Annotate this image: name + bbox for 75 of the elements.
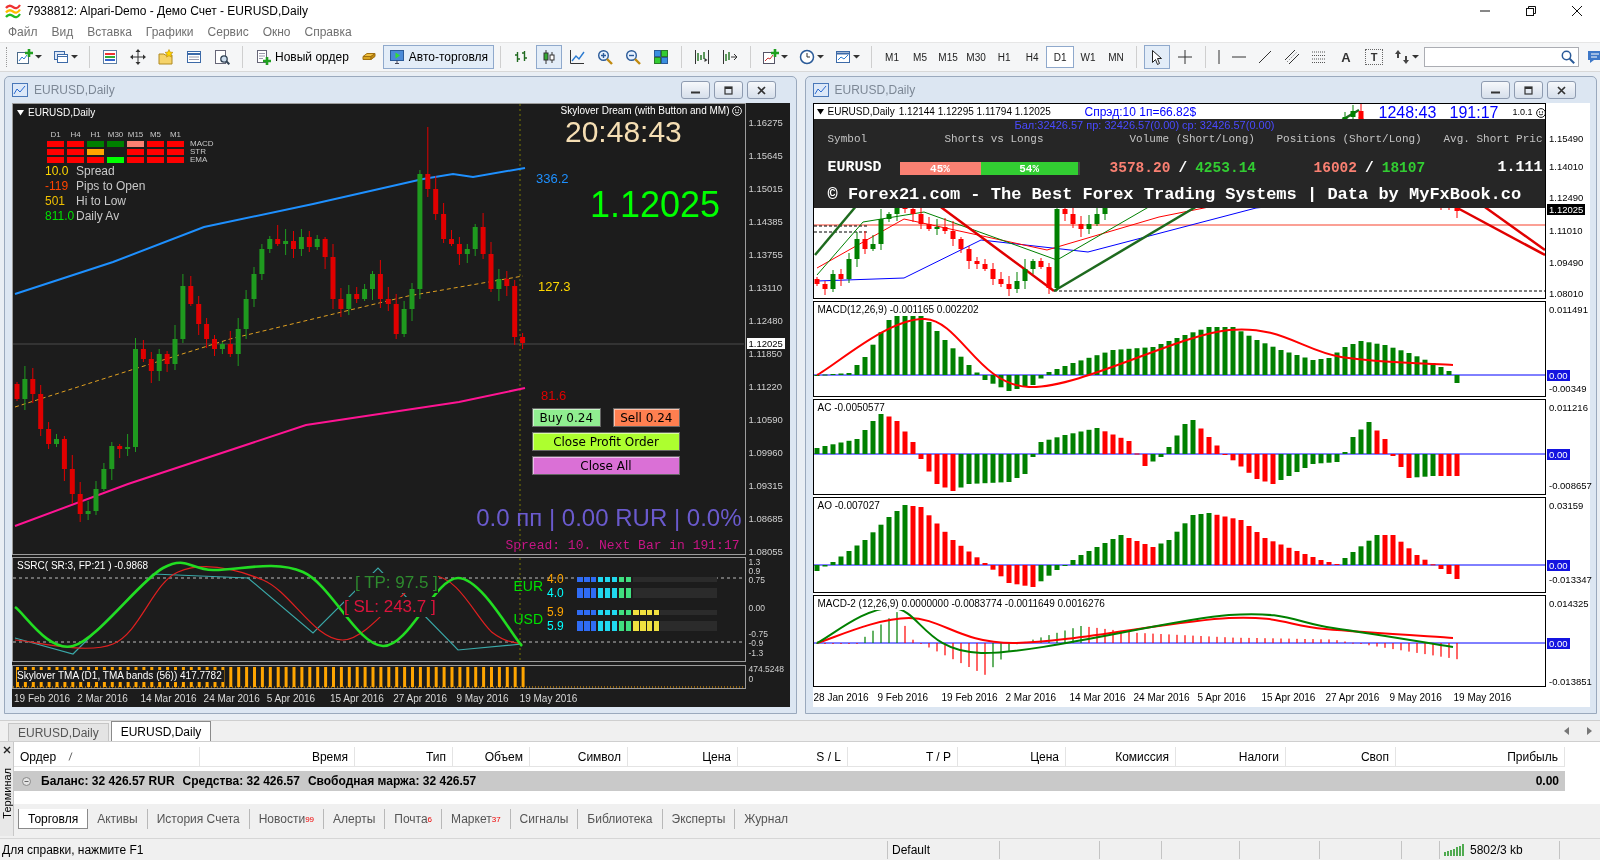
date-label: 2 Mar 2016 bbox=[77, 693, 128, 704]
axis-label: -0.013347 bbox=[1549, 573, 1592, 585]
date-label: 19 May 2016 bbox=[1453, 692, 1512, 703]
axis-label: -0.008657 bbox=[1549, 479, 1592, 491]
date-label: 24 Mar 2016 bbox=[1133, 692, 1190, 703]
date-label: 19 Feb 2016 bbox=[941, 692, 998, 703]
chart-window-title: EURUSD,Daily bbox=[834, 83, 917, 97]
profit-total: 0.00 bbox=[1535, 774, 1559, 788]
price-axis-label: 1.11850 bbox=[748, 348, 783, 359]
date-label: 5 Apr 2016 bbox=[266, 693, 316, 704]
price-axis-label: 1.08685 bbox=[748, 513, 783, 524]
axis-label: -1.3 bbox=[748, 649, 764, 658]
date-label: 27 Apr 2016 bbox=[393, 693, 448, 704]
price-axis-label: 1.11220 bbox=[748, 381, 783, 392]
price-axis-label: 1.13110 bbox=[748, 282, 783, 293]
balance-text: Свободная маржа: 32 426.57 bbox=[307, 774, 477, 788]
price-axis-label: 1.09490 bbox=[1549, 256, 1584, 268]
date-label: 9 May 2016 bbox=[456, 693, 509, 704]
date-label: 24 Mar 2016 bbox=[203, 693, 260, 704]
axis-label: 0.9 bbox=[748, 567, 761, 576]
price-axis-label: 1.08010 bbox=[1549, 287, 1584, 299]
price-axis-label: 1.09315 bbox=[748, 480, 783, 491]
date-label: 27 Apr 2016 bbox=[1325, 692, 1380, 703]
balance-text: Средства: 32 426.57 bbox=[182, 774, 300, 788]
current-price-tag: 1.12025 bbox=[1547, 203, 1586, 215]
axis-label: 0.011216 bbox=[1549, 402, 1588, 413]
price-axis-label: 1.12490 bbox=[1549, 191, 1584, 203]
date-label: 9 May 2016 bbox=[1389, 692, 1442, 703]
date-label: 19 May 2016 bbox=[519, 693, 578, 704]
axis-label: -0.75 bbox=[748, 630, 768, 639]
date-label: 14 Mar 2016 bbox=[140, 693, 197, 704]
date-label: 15 Apr 2016 bbox=[1261, 692, 1316, 703]
price-axis-label: 1.09960 bbox=[748, 447, 783, 458]
date-label: 14 Mar 2016 bbox=[1069, 692, 1126, 703]
profile-name: Default bbox=[892, 842, 931, 857]
window-title: 7938812: Alpari-Demo - Демо Счет - EURUSD,Daily bbox=[27, 4, 309, 18]
price-axis-label: 1.13755 bbox=[748, 249, 783, 260]
current-price-tag: 1.12025 bbox=[746, 337, 785, 349]
indicator-title: Skylover TMA (D1, TMA bands (56)) 417.7782 bbox=[17, 670, 224, 682]
axis-label: 474.5248 bbox=[748, 665, 784, 674]
price-axis-label: 1.15490 bbox=[1549, 132, 1584, 144]
date-label: 9 Feb 2016 bbox=[877, 692, 929, 703]
balance-text: Баланс: 32 426.57 RUR bbox=[41, 774, 175, 788]
price-axis-label: 1.15645 bbox=[748, 150, 783, 161]
axis-label: 0.75 bbox=[748, 576, 766, 585]
axis-label: 0 bbox=[748, 675, 754, 684]
date-label: 2 Mar 2016 bbox=[1005, 692, 1057, 703]
axis-label: -0.9 bbox=[748, 639, 764, 648]
price-axis-label: 1.16275 bbox=[748, 117, 783, 128]
axis-label: -0.00349 bbox=[1549, 382, 1587, 394]
axis-label: 0.014325 bbox=[1549, 598, 1589, 609]
zero-level-tag: 0.00 bbox=[1547, 369, 1570, 381]
zero-level-tag: 0.00 bbox=[1547, 559, 1570, 571]
zero-level-tag: 0.00 bbox=[1547, 448, 1570, 460]
axis-label: 1.3 bbox=[748, 558, 761, 567]
price-axis-label: 1.14385 bbox=[748, 216, 783, 227]
price-axis-label: 1.11010 bbox=[1549, 224, 1583, 236]
price-axis-label: 1.14010 bbox=[1549, 160, 1584, 172]
price-axis-label: 1.10590 bbox=[748, 414, 783, 425]
axis-label: 0.03159 bbox=[1549, 500, 1584, 511]
date-label: 5 Apr 2016 bbox=[1197, 692, 1246, 703]
price-axis-label: 1.12480 bbox=[748, 315, 783, 326]
chart-window-title: EURUSD,Daily bbox=[34, 83, 116, 97]
zero-level-tag: 0.00 bbox=[1547, 637, 1570, 649]
price-axis-label: 1.15015 bbox=[748, 183, 783, 194]
date-label: 28 Jan 2016 bbox=[813, 692, 869, 703]
price-axis-label: 1.08055 bbox=[748, 546, 783, 557]
axis-label: 0.011491 bbox=[1549, 304, 1588, 315]
axis-label: -0.013851 bbox=[1549, 675, 1592, 687]
axis-label: 0.00 bbox=[748, 604, 766, 613]
terminal-label: Терминал bbox=[0, 768, 13, 819]
traffic-text: 5802/3 kb bbox=[1470, 842, 1523, 857]
date-label: 19 Feb 2016 bbox=[14, 693, 71, 704]
date-label: 15 Apr 2016 bbox=[330, 693, 384, 704]
status-help-text: Для справки, нажмите F1 bbox=[2, 842, 144, 857]
